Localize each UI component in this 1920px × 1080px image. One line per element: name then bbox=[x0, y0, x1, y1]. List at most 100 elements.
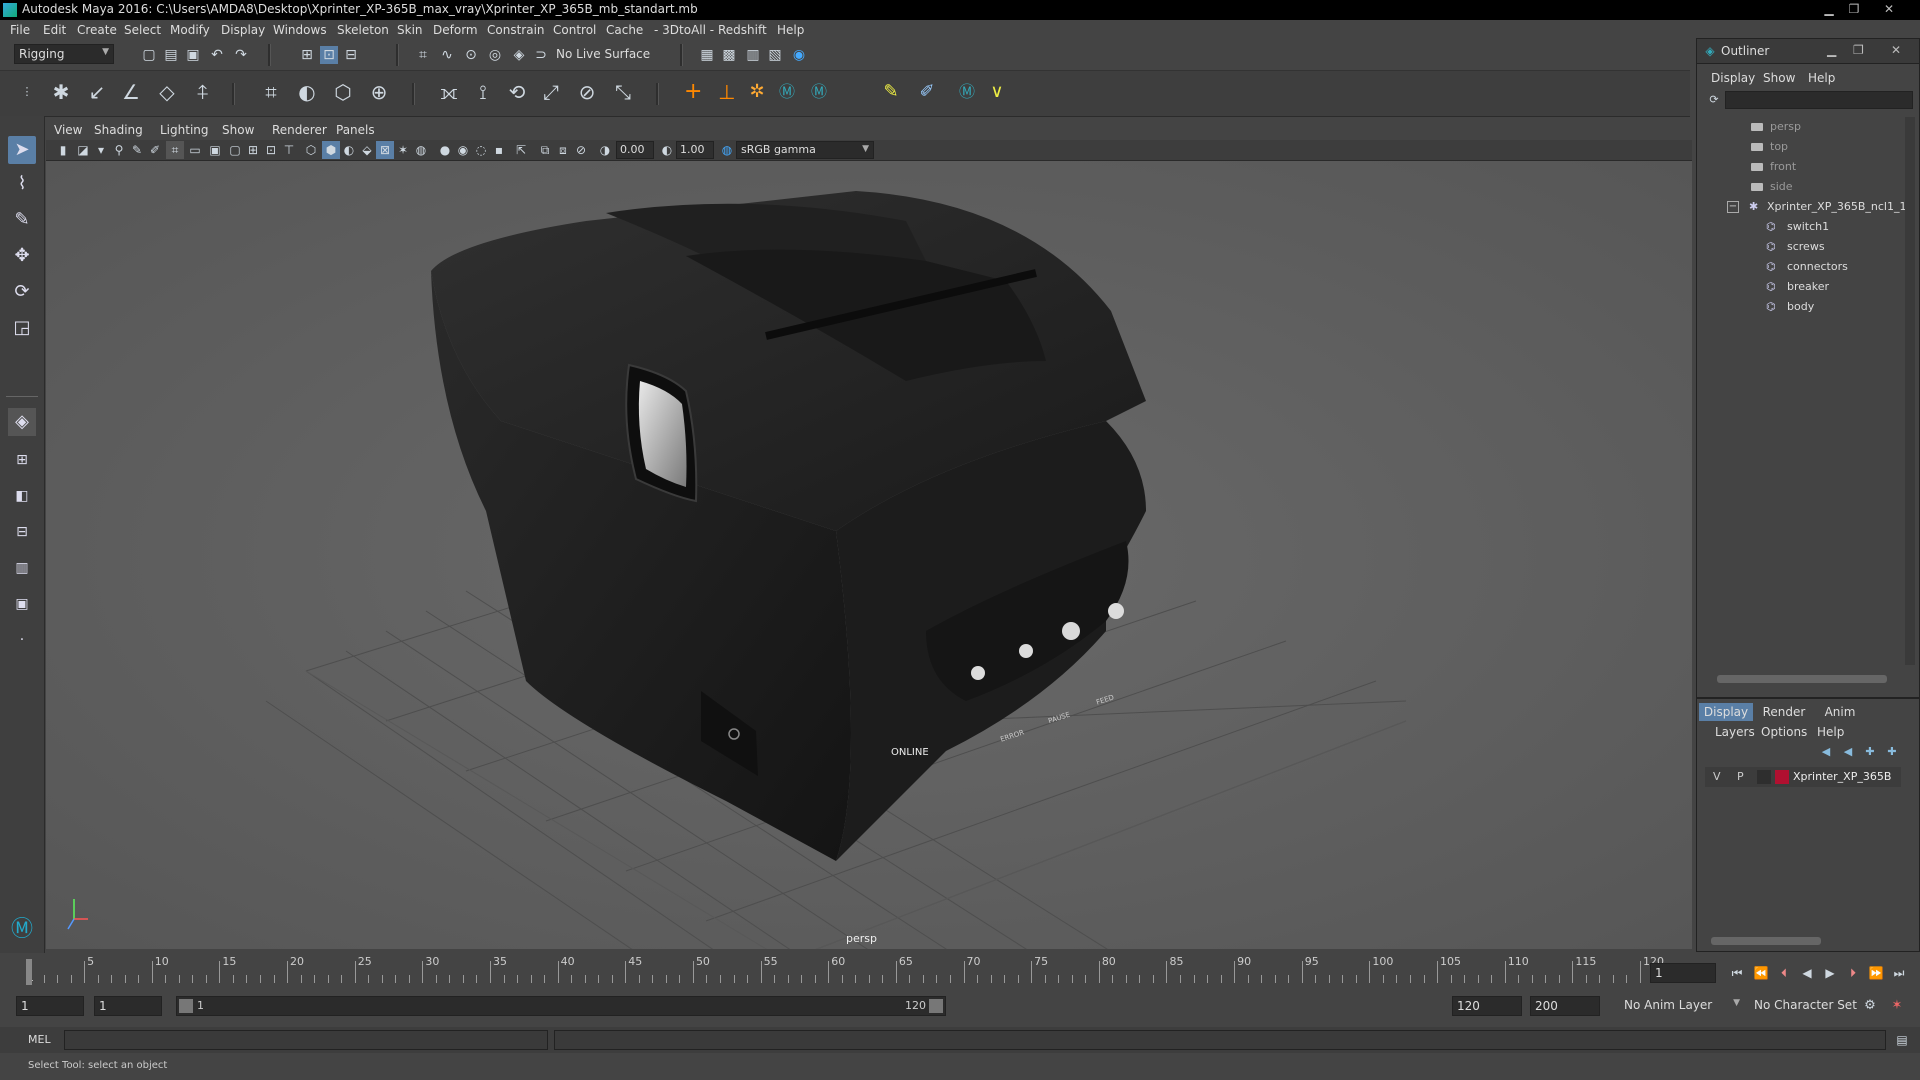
maximize-icon[interactable]: ❐ bbox=[1843, 2, 1865, 16]
outliner-item-top[interactable]: top bbox=[1697, 137, 1902, 157]
shadows-icon[interactable]: ● bbox=[436, 141, 454, 159]
render-view-icon[interactable]: ◉ bbox=[790, 46, 808, 64]
parent-constraint-icon[interactable]: ⟗ bbox=[440, 82, 458, 102]
range-slider-start-handle[interactable] bbox=[179, 999, 193, 1013]
reroot-icon[interactable]: ⊥ bbox=[718, 82, 736, 102]
paint-select-icon[interactable]: ✎ bbox=[8, 206, 36, 234]
move-layer-down-icon[interactable]: ◀ bbox=[1839, 743, 1857, 761]
lasso-tool-icon[interactable]: ⌇ bbox=[8, 170, 36, 198]
command-language-label[interactable]: MEL bbox=[28, 1033, 51, 1046]
wireframe-icon[interactable]: ⬡ bbox=[302, 141, 320, 159]
range-slider[interactable]: 1 120 bbox=[176, 996, 946, 1016]
single-pane-icon[interactable]: ◈ bbox=[8, 408, 36, 436]
rotate-tool-icon[interactable]: ⟳ bbox=[8, 278, 36, 306]
v-tool-icon[interactable]: ∨ bbox=[988, 83, 1006, 101]
isolate-select-icon[interactable]: ⊠ bbox=[376, 141, 394, 159]
gamma-field[interactable]: 1.00 bbox=[676, 141, 714, 159]
menu-edit[interactable]: Edit bbox=[43, 23, 66, 37]
hypershade-icon[interactable]: ▧ bbox=[766, 46, 784, 64]
paint-weights-icon[interactable]: ✎ bbox=[882, 83, 900, 101]
snap-view-icon[interactable]: ◎ bbox=[486, 46, 504, 64]
layer-row[interactable]: V P Xprinter_XP_365B bbox=[1705, 767, 1901, 787]
viewport-persp[interactable]: ONLINE ERROR PAUSE FEED persp bbox=[46, 161, 1692, 949]
range-slider-end-handle[interactable] bbox=[929, 999, 943, 1013]
step-forward-frame-icon[interactable]: ⏵ bbox=[1844, 964, 1862, 982]
image-plane-icon[interactable]: ⚲ bbox=[110, 141, 128, 159]
menu-help[interactable]: Help bbox=[777, 23, 804, 37]
snap-surface-icon[interactable]: ◈ bbox=[510, 46, 528, 64]
frame-selected-icon[interactable]: ⧈ bbox=[554, 141, 572, 159]
snap-curve-icon[interactable]: ∿ bbox=[438, 46, 456, 64]
ssao-icon[interactable]: ◉ bbox=[454, 141, 472, 159]
grease-pencil-icon[interactable]: ✎ bbox=[128, 141, 146, 159]
snap-magnet-icon[interactable]: ⊃ bbox=[532, 46, 550, 64]
menu-control[interactable]: Control bbox=[553, 23, 596, 37]
layer-color-swatch[interactable] bbox=[1775, 770, 1789, 784]
menu-set-dropdown[interactable]: Rigging ▼ bbox=[14, 44, 114, 64]
outliner-item-connectors[interactable]: ⌬ connectors bbox=[1697, 257, 1902, 277]
minimize-icon[interactable]: ▁ bbox=[1818, 2, 1840, 16]
close-icon[interactable]: ✕ bbox=[1878, 2, 1900, 16]
menu-create[interactable]: Create bbox=[77, 23, 117, 37]
end-time-field[interactable]: 200 bbox=[1530, 996, 1600, 1016]
menu-display[interactable]: Display bbox=[221, 23, 265, 37]
step-back-frame-icon[interactable]: ⏴ bbox=[1775, 964, 1793, 982]
anim-layer-dropdown[interactable]: No Anim Layer ▼ bbox=[1620, 996, 1744, 1016]
layer-visibility-toggle[interactable]: V bbox=[1713, 770, 1721, 783]
character-set-dropdown[interactable]: No Character Set bbox=[1750, 996, 1870, 1016]
motion-blur-icon[interactable]: ◌ bbox=[472, 141, 490, 159]
frame-all-icon[interactable]: ⧉ bbox=[536, 141, 554, 159]
default-lighting-icon[interactable]: ◐ bbox=[340, 141, 358, 159]
outliner-item-body[interactable]: ⌬ body bbox=[1697, 297, 1902, 317]
command-input[interactable] bbox=[64, 1030, 548, 1050]
anim-prefs-icon[interactable]: ✶ bbox=[1888, 997, 1906, 1015]
persp-outliner-icon[interactable]: ▣ bbox=[8, 590, 36, 618]
new-scene-icon[interactable]: ▢ bbox=[140, 46, 158, 64]
gate-mask-icon[interactable]: ▢ bbox=[226, 141, 244, 159]
2d-pan-icon[interactable]: ✐ bbox=[146, 141, 164, 159]
play-forward-icon[interactable]: ▶ bbox=[1821, 964, 1839, 982]
textured-icon[interactable]: ⬙ bbox=[358, 141, 376, 159]
viewport-menu-panels[interactable]: Panels bbox=[336, 123, 375, 137]
layer-type-toggle[interactable] bbox=[1757, 770, 1771, 784]
smooth-shade-icon[interactable]: ⬢ bbox=[322, 141, 340, 159]
colorspace-dropdown[interactable]: sRGB gamma ▼ bbox=[736, 141, 874, 159]
new-layer-selected-icon[interactable]: ✚ bbox=[1883, 743, 1901, 761]
camera-icon[interactable]: ▮ bbox=[54, 141, 72, 159]
menu-deform[interactable]: Deform bbox=[433, 23, 478, 37]
step-back-key-icon[interactable]: ⏪ bbox=[1752, 964, 1770, 982]
skin-bind-icon[interactable]: ◇ bbox=[158, 82, 176, 102]
ipr-render-icon[interactable]: ▩ bbox=[720, 46, 738, 64]
script-editor-icon[interactable]: ▤ bbox=[1893, 1031, 1911, 1049]
outliner-search-input[interactable] bbox=[1725, 91, 1913, 109]
ik-spline-icon[interactable]: ∠ bbox=[122, 82, 140, 102]
snap-point-icon[interactable]: ⊙ bbox=[462, 46, 480, 64]
ik-handle-icon[interactable]: ↙ bbox=[88, 82, 106, 102]
outliner-minimize-icon[interactable]: ▁ bbox=[1827, 43, 1836, 57]
menu-select[interactable]: Select bbox=[124, 23, 161, 37]
menu-skeleton[interactable]: Skeleton bbox=[337, 23, 389, 37]
lattice-icon[interactable]: ⌗ bbox=[262, 82, 280, 102]
go-to-end-icon[interactable]: ⏭ bbox=[1890, 964, 1908, 982]
humanik-icon[interactable]: ⍏ bbox=[194, 82, 212, 102]
move-layer-up-icon[interactable]: ◀ bbox=[1817, 743, 1835, 761]
render-frame-icon[interactable]: ▦ bbox=[698, 46, 716, 64]
new-layer-icon[interactable]: ✚ bbox=[1861, 743, 1879, 761]
shelf-options-icon[interactable]: ⋮ bbox=[18, 83, 36, 101]
grid-icon[interactable]: ⌗ bbox=[166, 141, 184, 159]
menu-modify[interactable]: Modify bbox=[170, 23, 210, 37]
bookmark-icon[interactable]: ▾ bbox=[92, 141, 110, 159]
menu-3dtoall[interactable]: - 3DtoAll - bbox=[654, 23, 714, 37]
menu-windows[interactable]: Windows bbox=[273, 23, 327, 37]
viewport-menu-shading[interactable]: Shading bbox=[94, 123, 143, 137]
auto-key-icon[interactable]: ⚙ bbox=[1861, 997, 1879, 1015]
outliner-layout-icon[interactable]: ⊟ bbox=[8, 518, 36, 546]
custom-layout-icon[interactable]: · bbox=[8, 626, 36, 654]
layer-horizontal-scrollbar[interactable] bbox=[1711, 937, 1821, 945]
current-frame-field[interactable]: 1 bbox=[1650, 963, 1716, 983]
viewport-menu-show[interactable]: Show bbox=[222, 123, 254, 137]
snap-grid-icon[interactable]: ⌗ bbox=[414, 46, 432, 64]
wrap-icon[interactable]: ⊕ bbox=[370, 82, 388, 102]
camera-tools-icon[interactable]: ⊘ bbox=[572, 141, 590, 159]
gamma-icon[interactable]: ◐ bbox=[658, 141, 676, 159]
